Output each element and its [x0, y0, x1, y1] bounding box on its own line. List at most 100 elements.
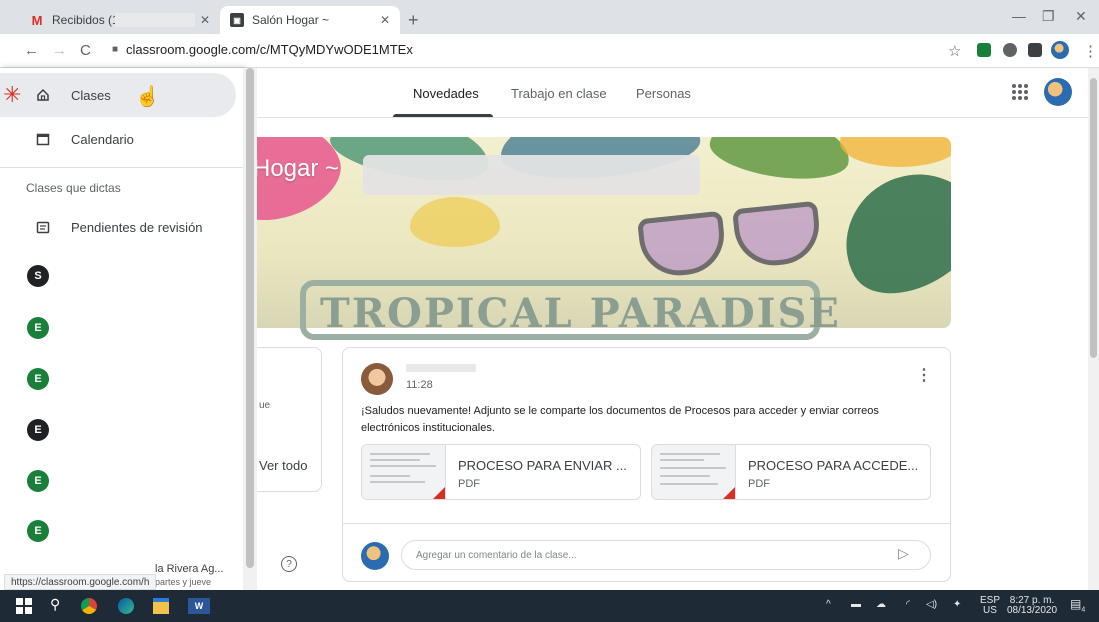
restore-icon[interactable]: ❐: [1042, 8, 1055, 25]
account-avatar[interactable]: [1044, 78, 1072, 106]
more-options-icon[interactable]: ⋮: [916, 368, 932, 384]
help-icon[interactable]: ?: [281, 556, 297, 572]
class-avatar[interactable]: E: [27, 317, 49, 339]
class-avatar[interactable]: E: [27, 520, 49, 542]
screen: M Recibidos (1) - ✕ ▣ Salón Hogar ~ ✕ + …: [0, 0, 1099, 622]
sidebar-item-pendientes[interactable]: Pendientes de revisión: [0, 205, 236, 249]
link-status-bar: https://classroom.google.com/h: [4, 574, 157, 590]
sidebar-item-clases[interactable]: Clases: [0, 73, 236, 117]
edge-icon[interactable]: [118, 598, 134, 614]
class-title: Hogar ~: [253, 155, 340, 182]
attachment-card[interactable]: PROCESO PARA ENVIAR ... PDF: [361, 444, 641, 500]
sheets-extension-icon[interactable]: [977, 43, 991, 57]
attachment-type: PDF: [748, 478, 770, 490]
forward-icon[interactable]: →: [52, 42, 67, 59]
onedrive-icon[interactable]: ☁: [876, 600, 886, 610]
post-body: ¡Saludos nuevamente! Adjunto se le compa…: [361, 405, 879, 434]
view-all-link[interactable]: Ver todo: [259, 458, 307, 473]
class-avatar[interactable]: E: [27, 470, 49, 492]
class-subtext-partial: partes y jueve: [155, 577, 212, 587]
chrome-icon[interactable]: [81, 598, 97, 614]
post-time: 11:28: [406, 379, 433, 391]
network-status-icon[interactable]: ✦: [953, 600, 961, 610]
minimize-icon[interactable]: —: [1012, 8, 1026, 24]
word-icon[interactable]: W: [188, 598, 210, 614]
clock[interactable]: 8:27 p. m. 08/13/2020: [1006, 596, 1058, 616]
volume-icon[interactable]: ◁): [926, 600, 937, 610]
profile-avatar-icon[interactable]: [1051, 41, 1069, 59]
wifi-icon[interactable]: ◜: [906, 600, 910, 610]
sidebar-item-calendario[interactable]: Calendario: [0, 117, 236, 161]
upcoming-text: ue: [259, 400, 271, 411]
class-avatar[interactable]: E: [27, 368, 49, 390]
attachment-name: PROCESO PARA ENVIAR ...: [458, 458, 627, 473]
tray-chevron-icon[interactable]: ^: [826, 600, 831, 610]
browser-menu-icon[interactable]: ⋮: [1083, 42, 1098, 60]
banner-image-text: TROPICAL PARADISE: [320, 290, 841, 337]
tab-title: Salón Hogar ~: [252, 13, 330, 27]
google-apps-icon[interactable]: [1012, 84, 1028, 100]
new-tab-button[interactable]: +: [408, 10, 419, 31]
section-title: Clases que dictas: [26, 181, 121, 195]
sidebar-item-label: Pendientes de revisión: [71, 219, 203, 235]
browser-tab-strip: M Recibidos (1) - ✕ ▣ Salón Hogar ~ ✕ + …: [0, 0, 1099, 34]
attachment-type: PDF: [458, 478, 480, 490]
tab-novedades[interactable]: Novedades: [413, 86, 479, 101]
tray-app-icon[interactable]: ▬: [851, 600, 861, 610]
redacted-block: [115, 13, 195, 27]
redacted-block: [363, 155, 700, 195]
browser-tab-classroom[interactable]: ▣ Salón Hogar ~ ✕: [220, 6, 400, 34]
page-scrollbar[interactable]: [1088, 68, 1099, 590]
sidebar-item-label: Clases: [71, 87, 111, 103]
extension-icon[interactable]: [1003, 43, 1017, 57]
tab-trabajo-en-clase[interactable]: Trabajo en clase: [511, 86, 607, 101]
close-window-icon[interactable]: ✕: [1075, 8, 1087, 25]
redacted-block: [406, 364, 476, 372]
windows-start-icon[interactable]: [16, 598, 32, 614]
class-comment-input[interactable]: Agregar un comentario de la clase...: [401, 540, 931, 570]
author-avatar: [361, 363, 393, 395]
attachment-name: PROCESO PARA ACCEDE...: [748, 458, 919, 473]
class-name-partial: la Rivera Ag...: [155, 563, 224, 575]
search-icon[interactable]: ⚲: [50, 596, 66, 612]
url-text: classroom.google.com/c/MTQyMDYwODE1MTEx: [126, 42, 413, 57]
close-tab-icon[interactable]: ✕: [380, 13, 390, 27]
divider: [343, 523, 950, 524]
lock-icon: ■: [112, 44, 119, 55]
address-bar[interactable]: ■ classroom.google.com/c/MTQyMDYwODE1MTE…: [112, 42, 413, 57]
pdf-thumbnail: [362, 445, 446, 499]
classroom-icon: ▣: [230, 13, 244, 27]
send-icon[interactable]: ▷: [898, 545, 909, 562]
navigation-drawer: Clases Calendario Clases que dictas Pend…: [0, 68, 244, 590]
stream-post: 11:28 ⋮ ¡Saludos nuevamente! Adjunto se …: [342, 347, 951, 582]
bookmark-star-icon[interactable]: ☆: [948, 42, 961, 60]
sidebar-item-label: Calendario: [71, 131, 134, 147]
back-icon[interactable]: ←: [24, 42, 39, 59]
close-tab-icon[interactable]: ✕: [200, 13, 210, 27]
home-icon: [36, 88, 50, 102]
class-avatar[interactable]: S: [27, 265, 49, 287]
attachment-card[interactable]: PROCESO PARA ACCEDE... PDF: [651, 444, 931, 500]
notifications-icon[interactable]: ▤4: [1070, 598, 1085, 615]
divider: [0, 167, 244, 168]
folder-review-icon: [36, 220, 50, 234]
pdf-icon: [721, 487, 735, 499]
puzzle-extensions-icon[interactable]: [1028, 43, 1042, 57]
commenter-avatar: [361, 542, 389, 570]
file-explorer-icon[interactable]: [153, 598, 169, 614]
language-indicator[interactable]: ESP US: [980, 596, 1000, 616]
browser-toolbar: ← → C ■ classroom.google.com/c/MTQyMDYwO…: [0, 34, 1099, 68]
gmail-icon: M: [31, 12, 43, 28]
pdf-thumbnail: [652, 445, 736, 499]
hand-cursor-icon: ☝: [135, 86, 160, 108]
calendar-icon: [36, 132, 50, 146]
reload-icon[interactable]: C: [80, 42, 91, 59]
windows-taskbar: ⚲ W ^ ▬ ☁ ◜ ◁) ✦ ESP US 8:27 p. m. 08/13/2…: [0, 590, 1099, 622]
class-avatar[interactable]: E: [27, 419, 49, 441]
active-tab-indicator: [393, 114, 493, 117]
click-marker-icon: ✳: [3, 82, 22, 107]
pdf-icon: [431, 487, 445, 499]
tab-personas[interactable]: Personas: [636, 86, 691, 101]
sidebar-scrollbar[interactable]: [243, 68, 257, 590]
browser-tab-gmail[interactable]: M Recibidos (1) - ✕: [20, 6, 220, 34]
